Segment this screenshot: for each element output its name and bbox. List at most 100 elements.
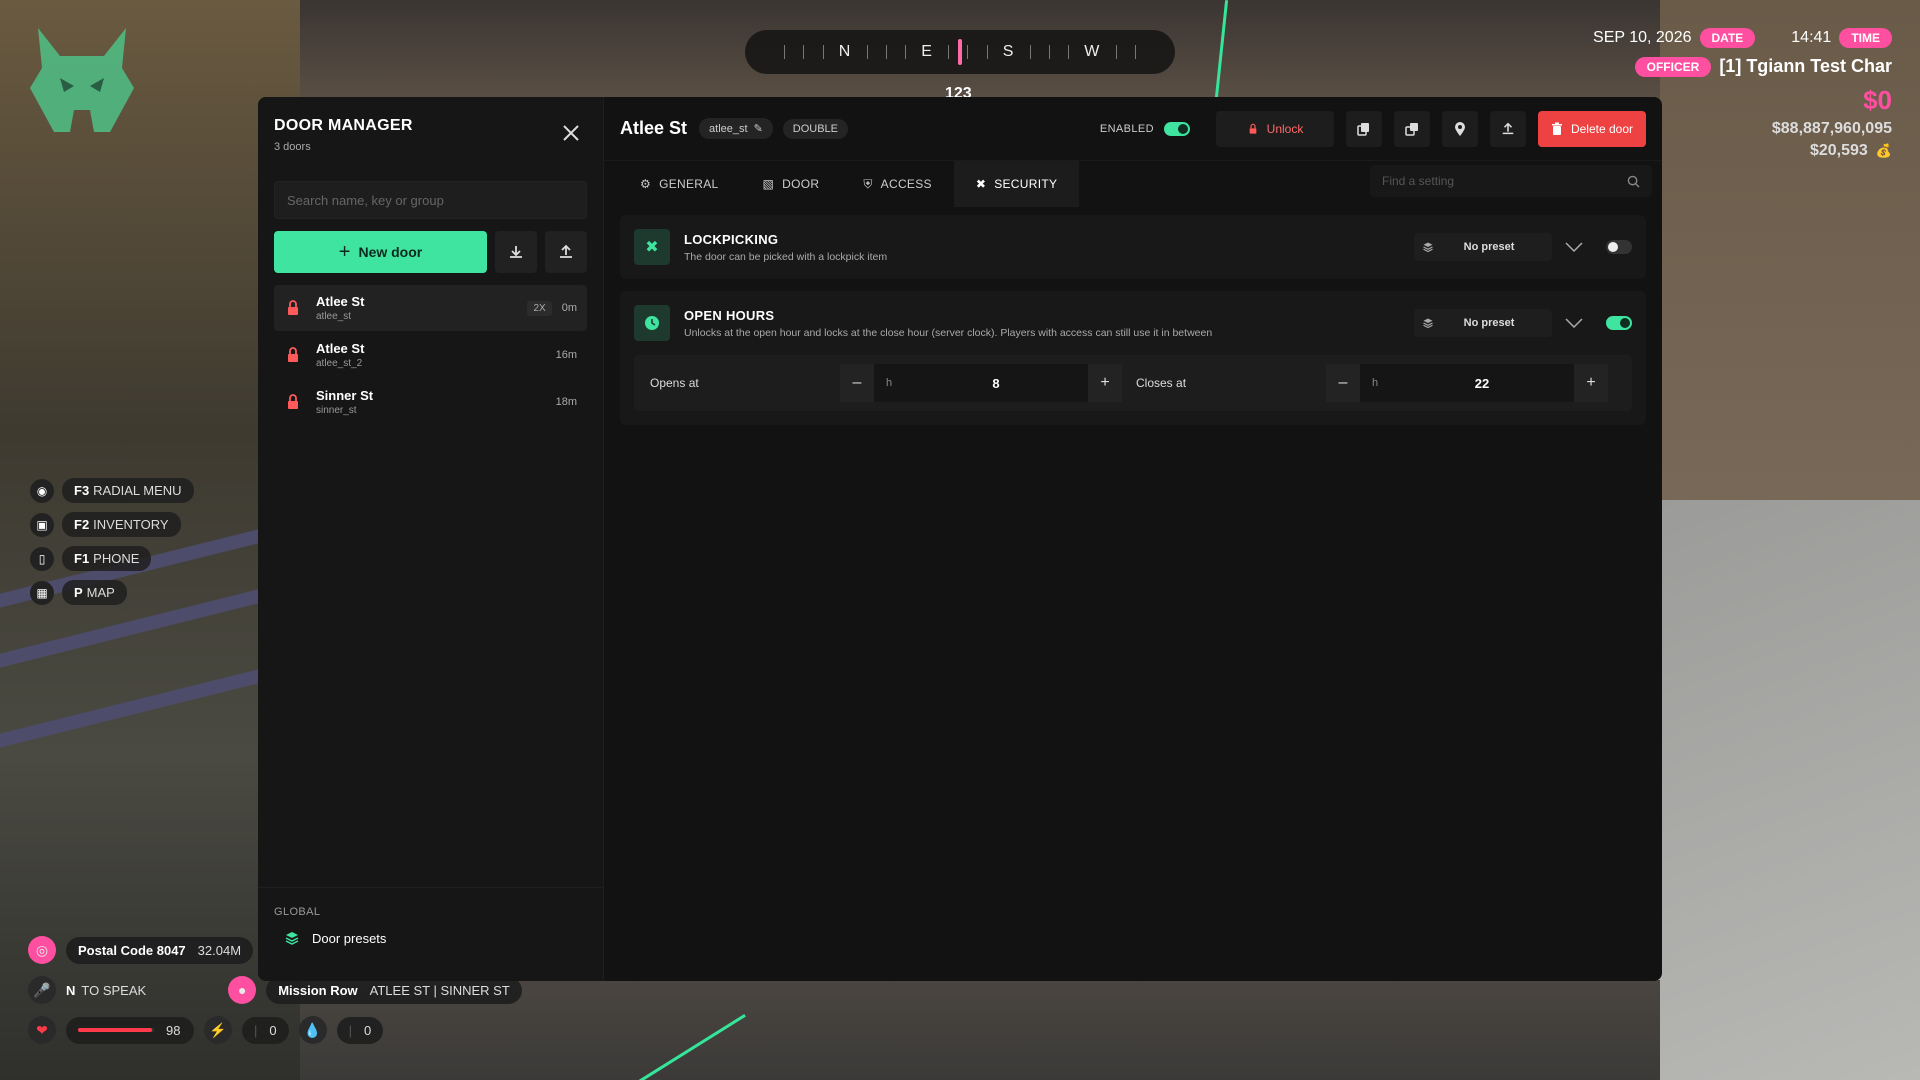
tab-access[interactable]: ⛨ ACCESS [841,161,953,207]
door-list: Atlee St atlee_st 2X 0m Atlee St atlee_st_… [274,285,587,425]
copy-button[interactable] [1346,110,1382,147]
export-button[interactable] [545,231,587,273]
pencil-icon: ✎ [753,123,763,135]
closes-at-value[interactable]: 22 [1390,376,1574,391]
door-title: Atlee St [620,118,688,138]
new-door-button[interactable]: + New door [274,231,487,273]
lockpicking-toggle[interactable] [1606,240,1632,254]
postal-info: Postal Code 8047 32.04M [66,936,254,964]
close-icon[interactable] [561,123,581,143]
bank-amount: $88,887,960,095 [1771,120,1892,137]
door-key-tag[interactable]: atlee_st ✎ [699,118,773,139]
copy-icon [1357,122,1369,136]
search-icon [1627,175,1640,188]
chevron-down-icon[interactable] [1562,311,1586,335]
door-search-input[interactable]: Search name, key or group [274,181,587,219]
door-list-item[interactable]: Sinner St sinner_st 18m [274,379,587,425]
upload-icon [1502,122,1514,134]
decrement-button[interactable]: – [1326,364,1360,402]
door-detail: Atlee St atlee_st ✎ DOUBLE ENABLED Unlock… [604,97,1662,981]
increment-button[interactable]: + [1574,364,1608,402]
compass: N E S W [745,30,1175,74]
closes-at-stepper: – h 22 + [1326,364,1608,402]
microphone-icon: 🎤 [28,976,56,1004]
keybind-map: P MAP [62,580,127,605]
open-hours-toggle[interactable] [1606,316,1632,330]
map-icon: ▦ [30,580,54,605]
export-door-button[interactable] [1490,110,1526,147]
open-hours-title: OPEN HOURS [684,307,775,323]
tab-door[interactable]: ▧ DOOR [741,161,842,207]
hud-date: SEP 10, 2026 [1593,29,1692,46]
tab-security[interactable]: ✖ SECURITY [953,161,1080,207]
clock-icon [634,305,670,341]
decrement-button[interactable]: – [840,364,874,402]
open-hours-preset-select[interactable]: No preset [1414,309,1552,337]
door-sidebar: DOOR MANAGER 3 doors Search name, key or… [258,97,604,981]
open-hours-desc: Unlocks at the open hour and locks at th… [684,326,1213,339]
lockpicking-title: LOCKPICKING [684,231,779,247]
layers-icon [1423,242,1433,253]
global-section: GLOBAL Door presets [258,887,603,981]
layers-icon [285,932,299,945]
keybind-inventory: F2 INVENTORY [62,512,181,537]
map-pin-icon [1455,121,1465,136]
time-badge: TIME [1839,28,1892,48]
chevron-down-icon[interactable] [1562,235,1586,259]
compass-w: W [1084,43,1101,60]
shield-icon: ⛨ [863,176,873,191]
enabled-toggle[interactable] [1164,121,1190,136]
tools-icon: ✖ [634,229,670,265]
import-button[interactable] [495,231,537,273]
heart-icon: ❤ [28,1016,56,1044]
door-header: Atlee St atlee_st ✎ DOUBLE ENABLED Unlock… [604,97,1662,161]
settings-tabs: ⚙ GENERAL ▧ DOOR ⛨ ACCESS ✖ SECURITY Find a … [604,161,1662,207]
compass-s: S [1002,43,1015,60]
compass-needle [958,39,962,65]
delete-door-button[interactable]: Delete door [1538,110,1646,147]
stamina-value: | 0 [242,1016,289,1044]
unlock-button[interactable]: Unlock [1216,110,1334,147]
lockpicking-desc: The door can be picked with a lockpick i… [684,250,888,263]
server-logo [30,28,134,132]
lock-icon [1249,123,1256,134]
lock-icon [288,300,298,315]
setting-search-input[interactable]: Find a setting [1370,165,1652,197]
compass-e: E [921,43,933,60]
door-type-tag: DOUBLE [782,118,849,139]
money-bag-icon: 💰 [1875,143,1892,158]
upload-icon [560,244,572,258]
phone-icon: ▯ [30,546,54,571]
door-list-item[interactable]: Atlee St atlee_st 2X 0m [274,285,587,331]
stamina-icon: ⚡ [204,1016,232,1044]
opens-at-value[interactable]: 8 [904,376,1088,391]
bag-icon: ▣ [30,512,54,537]
gear-icon: ⚙ [640,177,652,191]
lockpicking-card: ✖ LOCKPICKING The door can be picked wit… [620,215,1646,279]
lockpicking-preset-select[interactable]: No preset [1414,233,1552,261]
increment-button[interactable]: + [1088,364,1122,402]
duplicate-icon [1405,122,1418,136]
keybind-list: ◉ F3 RADIAL MENU ▣ F2 INVENTORY ▯ F1 PHONE ▦ P M… [30,478,194,614]
door-list-item[interactable]: Atlee St atlee_st_2 16m [274,332,587,378]
download-icon [510,246,522,258]
door-count: 3 doors [274,141,311,153]
locate-button[interactable] [1442,110,1478,147]
date-badge: DATE [1699,28,1756,48]
layers-icon [1423,318,1433,329]
door-presets-link[interactable]: Door presets [274,930,587,946]
water-drop-icon: 💧 [298,1016,327,1044]
global-label: GLOBAL [274,906,321,918]
keybind-radial: F3 RADIAL MENU [62,478,194,503]
compass-n: N [838,43,852,60]
hud-time: 14:41 [1791,29,1832,46]
tab-general[interactable]: ⚙ GENERAL [618,161,741,207]
duplicate-button[interactable] [1394,110,1430,147]
enabled-label: ENABLED [1099,122,1154,135]
voice-hint: N TO SPEAK [66,982,147,998]
opens-at-stepper: – h 8 + [840,364,1122,402]
trash-icon [1551,122,1562,135]
lock-icon [288,347,298,362]
thirst-value: | 0 [336,1016,384,1044]
radial-icon: ◉ [30,478,54,503]
